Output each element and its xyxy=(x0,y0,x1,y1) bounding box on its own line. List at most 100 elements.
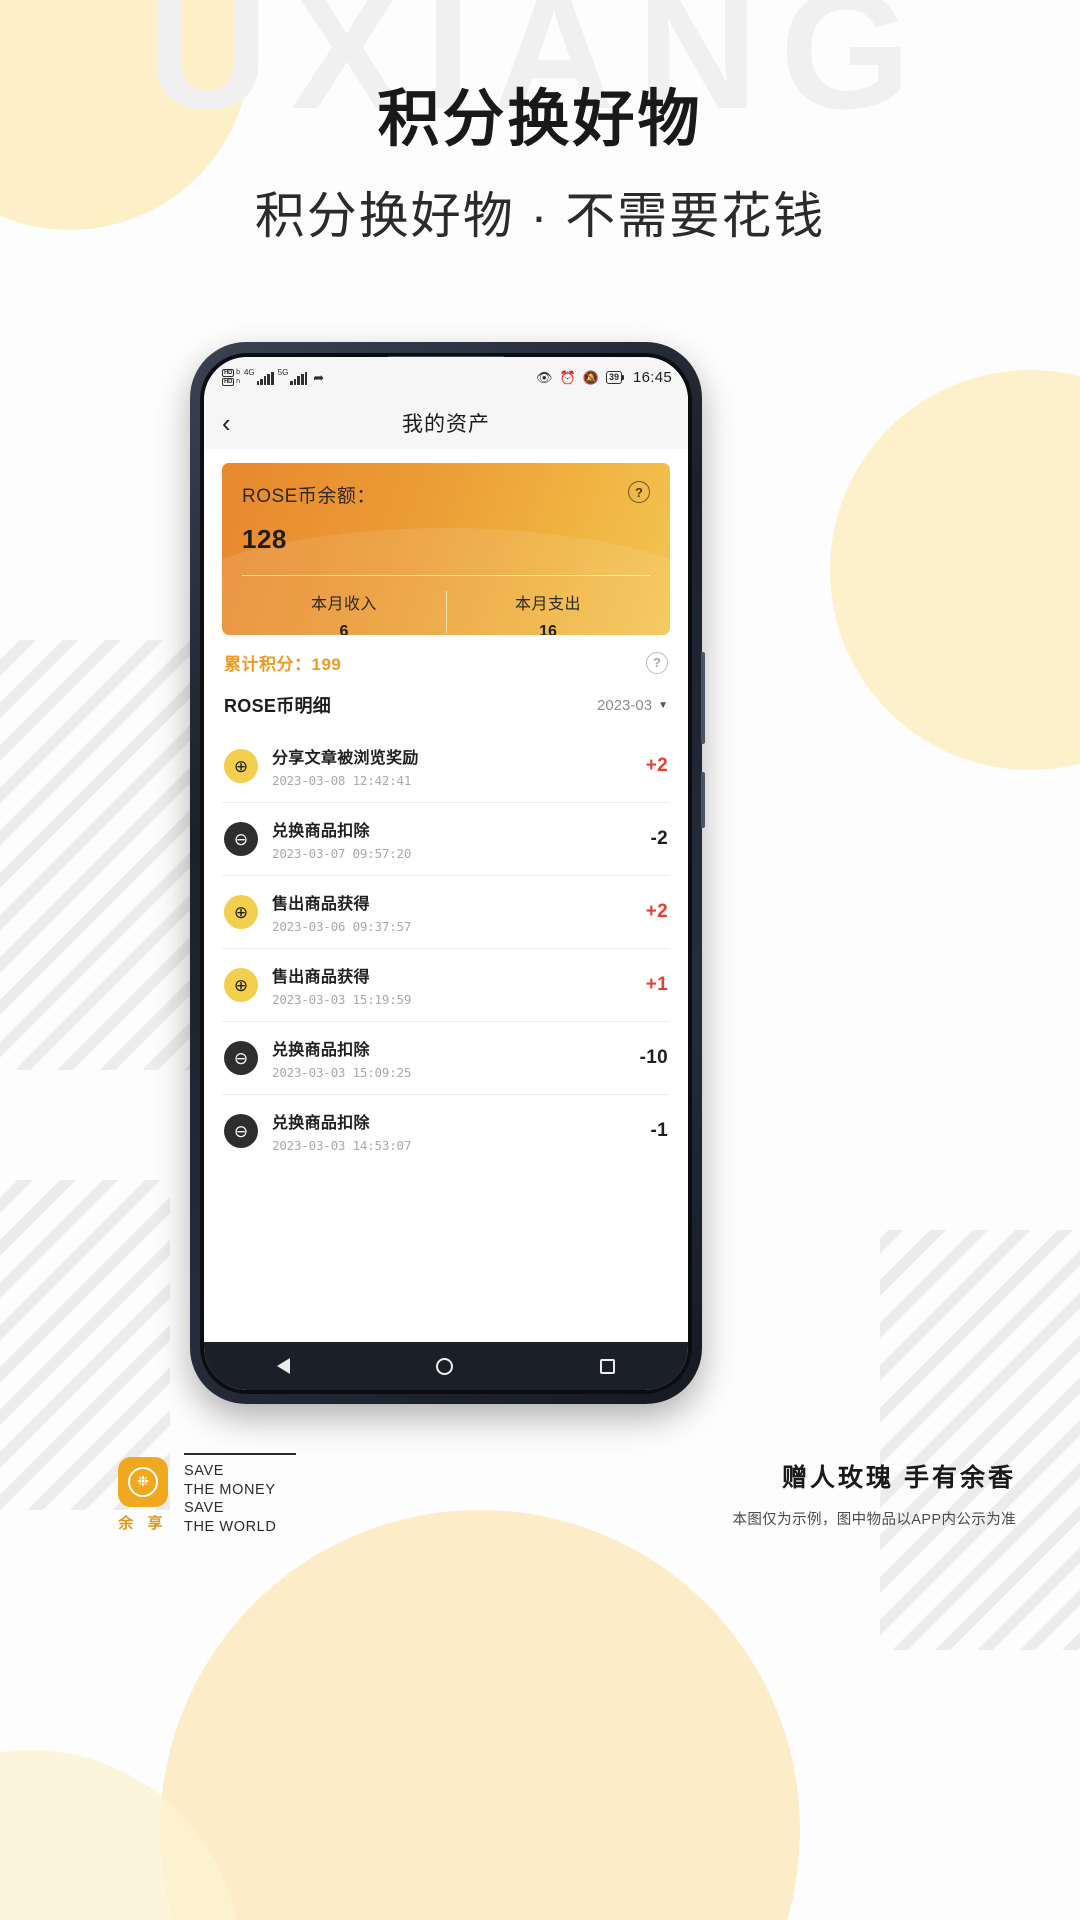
stat-expense-label: 本月支出 xyxy=(514,596,581,613)
brand-logo: ❉ 余 享 xyxy=(118,1456,168,1533)
balance-label: ROSE币余额： xyxy=(242,486,376,507)
transaction-amount: +2 xyxy=(645,755,668,776)
battery-icon: 39 xyxy=(605,370,624,384)
brand-tagline-line-4: THE WORLD xyxy=(184,1518,277,1535)
poster-page: UXIANG 积分换好物 积分换好物 · 不需要花钱 HD b HD n 4G … xyxy=(0,0,1080,1920)
alarm-icon: ⏰ xyxy=(559,369,576,385)
status-bar-right: 👁 ⏰ 🔕 39 16:45 xyxy=(536,369,672,386)
stat-income-label: 本月收入 xyxy=(310,596,377,613)
volume-button[interactable] xyxy=(701,652,705,744)
eye-icon: 👁 xyxy=(536,369,553,385)
plus-circle-icon: ⊕ xyxy=(224,895,258,929)
stripe-pattern-right xyxy=(880,1230,1080,1650)
blob-top-right xyxy=(830,370,1080,770)
logo-badge-icon: ❉ xyxy=(118,1456,168,1507)
hd-indicator-group: HD b HD n xyxy=(222,368,240,386)
transaction-amount: +1 xyxy=(645,974,668,995)
phone-bezel: HD b HD n 4G 5G ➦ 👁 ⏰ 🔕 39 16:45 ‹ 我的资产 … xyxy=(200,353,692,1394)
points-help-icon[interactable]: ? xyxy=(646,651,668,674)
navbar-title: 我的资产 xyxy=(402,413,490,436)
minus-circle-icon: ⊖ xyxy=(224,822,258,856)
transaction-title: 兑换商品扣除 xyxy=(272,823,370,840)
minus-circle-icon: ⊖ xyxy=(224,1041,258,1075)
balance-amount: 128 xyxy=(242,524,287,554)
brand-tagline-line-1: SAVE xyxy=(184,1463,225,1479)
slogan-disclaimer: 本图仅为示例，图中物品以APP内公示为准 xyxy=(732,1512,1016,1528)
blob-bottom-left-small xyxy=(0,1750,240,1920)
slogan-block: 赠人玫瑰 手有余香 本图仅为示例，图中物品以APP内公示为准 xyxy=(732,1458,1016,1529)
table-row[interactable]: ⊖ 兑换商品扣除 2023-03-03 14:53:07 -1 xyxy=(222,1095,670,1167)
phone-screen: HD b HD n 4G 5G ➦ 👁 ⏰ 🔕 39 16:45 ‹ 我的资产 … xyxy=(204,357,688,1390)
month-picker-value: 2023-03 xyxy=(597,696,653,714)
android-home-button[interactable] xyxy=(436,1357,454,1375)
transaction-title: 分享文章被浏览奖励 xyxy=(272,750,419,767)
transaction-amount: -2 xyxy=(650,828,668,849)
signal-group-2: 5G xyxy=(278,369,308,385)
transaction-title: 售出商品获得 xyxy=(272,896,370,913)
balance-card-header: ROSE币余额： ? xyxy=(242,481,650,508)
power-button[interactable] xyxy=(701,772,705,828)
detail-title: ROSE币明细 xyxy=(224,696,332,716)
transaction-time: 2023-03-03 14:53:07 xyxy=(272,1138,412,1153)
table-row[interactable]: ⊕ 分享文章被浏览奖励 2023-03-08 12:42:41 +2 xyxy=(222,730,670,803)
stat-income-value: 6 xyxy=(339,623,349,635)
network-type-1: 4G xyxy=(243,368,255,377)
transaction-info: 分享文章被浏览奖励 2023-03-08 12:42:41 xyxy=(258,744,646,788)
network-type-2: 5G xyxy=(277,368,289,377)
sim-label-2: n xyxy=(236,378,240,385)
signal-bars-icon-2 xyxy=(290,372,308,385)
table-row[interactable]: ⊖ 兑换商品扣除 2023-03-07 09:57:20 -2 xyxy=(222,803,670,876)
logo-flower-icon: ❉ xyxy=(128,1466,158,1497)
table-row[interactable]: ⊕ 售出商品获得 2023-03-03 15:19:59 +1 xyxy=(222,949,670,1022)
transaction-amount: -10 xyxy=(639,1047,668,1068)
android-navigation-bar xyxy=(204,1342,688,1390)
plus-circle-icon: ⊕ xyxy=(224,749,258,783)
app-navbar: ‹ 我的资产 xyxy=(204,397,688,449)
slogan-headline: 赠人玫瑰 手有余香 xyxy=(782,1464,1016,1492)
page-title: 积分换好物 xyxy=(377,85,703,154)
status-bar: HD b HD n 4G 5G ➦ 👁 ⏰ 🔕 39 16:45 xyxy=(204,357,688,397)
android-recents-button[interactable] xyxy=(599,1358,615,1374)
transaction-info: 售出商品获得 2023-03-06 09:37:57 xyxy=(258,890,646,934)
cumulative-points-label: 累计积分：199 xyxy=(224,655,342,674)
transaction-time: 2023-03-03 15:09:25 xyxy=(272,1065,412,1080)
transaction-time: 2023-03-08 12:42:41 xyxy=(272,773,412,788)
transaction-info: 兑换商品扣除 2023-03-07 09:57:20 xyxy=(258,817,651,861)
sim-label-1: b xyxy=(236,369,240,376)
month-picker[interactable]: 2023-03 ▼ xyxy=(597,697,668,714)
brand-tagline-line-2: THE MONEY xyxy=(184,1481,276,1498)
cumulative-points-row: 累计积分：199 ? xyxy=(222,635,670,675)
stat-expense-value: 16 xyxy=(539,623,557,635)
transaction-time: 2023-03-03 15:19:59 xyxy=(272,992,412,1007)
brand-tagline: SAVE THE MONEY SAVE THE WORLD xyxy=(184,1453,297,1536)
screen-content: ROSE币余额： ? 128 本月收入 6 本月支出 16 累计积分：199 ?… xyxy=(204,449,688,1342)
transaction-amount: -1 xyxy=(650,1120,668,1141)
plus-circle-icon: ⊕ xyxy=(224,968,258,1002)
monthly-stats: 本月收入 6 本月支出 16 xyxy=(242,590,650,635)
wifi-icon: ➦ xyxy=(313,369,325,385)
stat-income: 本月收入 6 xyxy=(242,590,446,635)
phone-mockup: HD b HD n 4G 5G ➦ 👁 ⏰ 🔕 39 16:45 ‹ 我的资产 … xyxy=(190,342,705,1404)
help-icon[interactable]: ? xyxy=(628,481,650,503)
balance-card: ROSE币余额： ? 128 本月收入 6 本月支出 16 xyxy=(222,463,670,635)
clock-label: 16:45 xyxy=(632,368,672,386)
transaction-time: 2023-03-07 09:57:20 xyxy=(272,846,412,861)
transaction-list: ⊕ 分享文章被浏览奖励 2023-03-08 12:42:41 +2 ⊖ 兑换商… xyxy=(222,730,670,1167)
hd-indicator-2: HD n xyxy=(222,377,240,386)
chevron-down-icon: ▼ xyxy=(658,699,668,711)
table-row[interactable]: ⊕ 售出商品获得 2023-03-06 09:37:57 +2 xyxy=(222,876,670,949)
signal-group-1: 4G xyxy=(244,369,274,385)
brand-block: ❉ 余 享 SAVE THE MONEY SAVE THE WORLD xyxy=(118,1453,297,1536)
transaction-info: 售出商品获得 2023-03-03 15:19:59 xyxy=(258,963,646,1007)
mute-bell-icon: 🔕 xyxy=(582,369,599,385)
stat-expense: 本月支出 16 xyxy=(446,590,650,635)
table-row[interactable]: ⊖ 兑换商品扣除 2023-03-03 15:09:25 -10 xyxy=(222,1022,670,1095)
card-divider xyxy=(242,575,650,576)
transaction-info: 兑换商品扣除 2023-03-03 14:53:07 xyxy=(258,1109,651,1153)
transaction-title: 兑换商品扣除 xyxy=(272,1115,370,1132)
minus-circle-icon: ⊖ xyxy=(224,1114,258,1148)
android-back-button[interactable] xyxy=(277,1358,291,1374)
hd-indicator-1: HD b xyxy=(222,368,240,377)
signal-bars-icon-1 xyxy=(256,372,274,385)
detail-header: ROSE币明细 2023-03 ▼ xyxy=(222,675,670,730)
